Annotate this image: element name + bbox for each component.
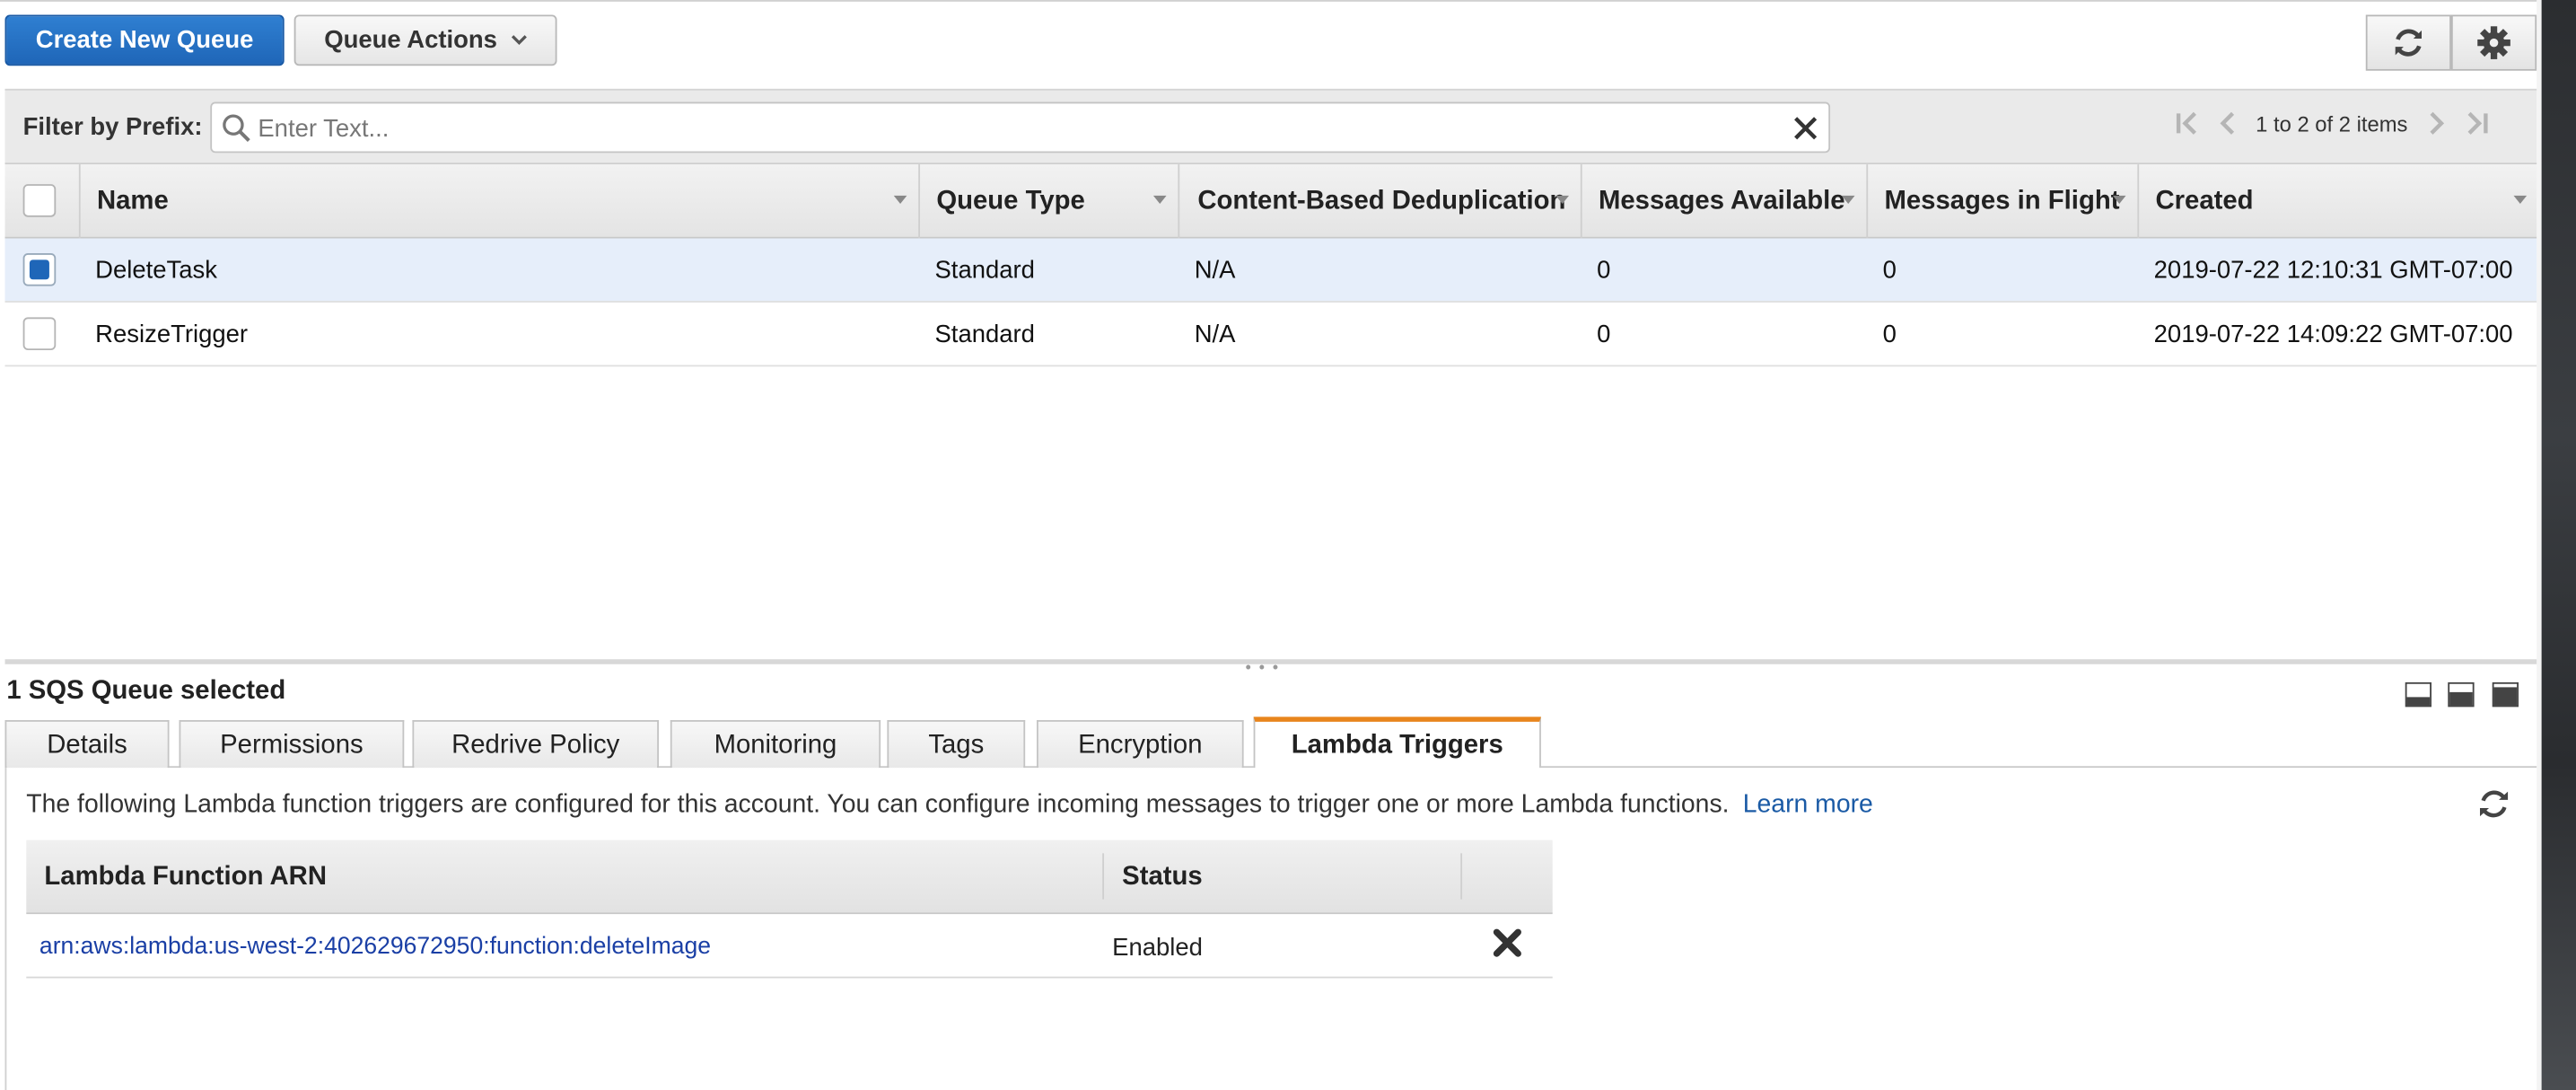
queue-actions-button[interactable]: Queue Actions [294,14,557,66]
pager-text: 1 to 2 of 2 items [2256,110,2408,136]
lambda-arn-link[interactable]: arn:aws:lambda:us-west-2:402629672950:fu… [39,934,711,960]
column-label: Created [2155,186,2254,215]
tab-label: Lambda Triggers [1291,730,1503,760]
tab-monitoring[interactable]: Monitoring [670,720,881,769]
tab-label: Monitoring [714,730,837,760]
column-header-messages-in-flight[interactable]: Messages in Flight [1866,164,2135,239]
lambda-table-header: Lambda Function ARN Status [26,839,1553,915]
table-row: arn:aws:lambda:us-west-2:402629672950:fu… [26,914,1553,979]
last-page-icon[interactable] [2460,110,2490,136]
lambda-info-text: The following Lambda function triggers a… [26,791,1873,821]
gear-icon [2477,26,2510,59]
detail-tabs: Details Permissions Redrive Policy Monit… [4,716,2537,769]
queue-table-header: Name Queue Type Content-Based Deduplicat… [4,164,2537,239]
column-header-name[interactable]: Name [78,164,917,239]
filter-field[interactable] [210,101,1831,154]
queue-type: Standard [934,256,1035,285]
row-checkbox[interactable] [22,252,57,286]
select-all-checkbox[interactable] [22,184,57,217]
next-page-icon[interactable] [2424,110,2448,136]
info-text: The following Lambda function triggers a… [26,790,1730,819]
tab-tags[interactable]: Tags [887,720,1026,769]
column-label: Lambda Function ARN [44,862,327,891]
messages-in-flight: 0 [1882,256,1897,285]
tab-details[interactable]: Details [4,720,170,769]
filter-input[interactable] [258,110,1770,146]
splitter-grip-icon[interactable]: • • • [1245,659,1280,677]
selection-title: 1 SQS Queue selected [6,677,286,706]
sort-caret-icon [2112,195,2126,205]
column-label: Messages in Flight [1884,186,2120,215]
column-header-created[interactable]: Created [2137,164,2537,239]
desktop-background-edge [2541,0,2576,1090]
queue-name: DeleteTask [95,256,217,285]
refresh-triggers-icon[interactable] [2475,787,2511,821]
queue-name: ResizeTrigger [95,321,249,349]
search-icon [223,114,250,142]
top-toolbar: Create New Queue Queue Actions [0,0,2537,89]
dedup-value: N/A [1194,256,1236,285]
tab-label: Encryption [1078,730,1203,760]
column-label: Messages Available [1598,186,1845,215]
sort-caret-icon [2513,195,2528,205]
column-label: Status [1122,862,1203,891]
queue-type: Standard [934,321,1035,349]
column-header-arn: Lambda Function ARN [44,840,327,914]
layout-maximize-icon[interactable] [2492,681,2519,708]
tab-label: Permissions [220,730,364,760]
created-date: 2019-07-22 12:10:31 GMT-07:00 [2153,256,2513,285]
learn-more-link[interactable]: Learn more [1743,791,1873,819]
column-header-dedup[interactable]: Content-Based Deduplication [1178,164,1579,239]
settings-button[interactable] [2450,14,2537,71]
sqs-console: Create New Queue Queue Actions Filter by… [0,0,2576,1090]
messages-in-flight: 0 [1882,321,1897,349]
column-label: Name [96,186,169,215]
dedup-value: N/A [1194,321,1236,349]
tab-encryption[interactable]: Encryption [1036,720,1244,769]
column-header-queue-type[interactable]: Queue Type [918,164,1176,239]
column-divider [1460,853,1463,900]
sort-caret-icon [1841,195,1855,205]
table-row[interactable]: ResizeTrigger Standard N/A 0 0 2019-07-2… [4,303,2537,367]
created-date: 2019-07-22 14:09:22 GMT-07:00 [2153,321,2513,349]
table-row[interactable]: DeleteTask Standard N/A 0 0 2019-07-22 1… [4,238,2537,303]
previous-page-icon[interactable] [2216,110,2239,136]
first-page-icon[interactable] [2174,110,2204,136]
tab-lambda-triggers[interactable]: Lambda Triggers [1253,716,1541,769]
row-checkbox[interactable] [22,317,57,351]
filter-bar: Filter by Prefix: 1 to 2 of 2 items [4,88,2537,165]
tab-label: Redrive Policy [451,730,620,760]
refresh-icon [2395,29,2423,57]
delete-trigger-icon[interactable] [1492,927,1523,959]
tab-label: Details [47,730,127,760]
tab-label: Tags [928,730,985,760]
layout-bottom-small-icon[interactable] [2405,681,2431,708]
column-divider [1102,853,1105,900]
trigger-status: Enabled [1112,934,1203,963]
queue-actions-label: Queue Actions [324,26,497,55]
clear-filter-icon[interactable] [1792,115,1818,141]
sort-caret-icon [893,195,907,205]
column-label: Queue Type [936,186,1085,215]
create-new-queue-label: Create New Queue [35,26,254,55]
tab-redrive-policy[interactable]: Redrive Policy [412,720,659,769]
column-header-messages-available[interactable]: Messages Available [1580,164,1865,239]
chevron-down-icon [511,35,527,45]
pagination: 1 to 2 of 2 items [2174,110,2490,136]
refresh-button[interactable] [2365,14,2451,71]
tab-permissions[interactable]: Permissions [179,720,405,769]
filter-label: Filter by Prefix: [22,113,203,142]
column-label: Content-Based Deduplication [1197,186,1566,215]
column-header-status: Status [1122,840,1203,914]
layout-split-icon[interactable] [2448,681,2475,708]
messages-available: 0 [1597,256,1611,285]
create-new-queue-button[interactable]: Create New Queue [4,14,285,66]
sort-caret-icon [1152,195,1167,205]
messages-available: 0 [1597,321,1611,349]
sort-caret-icon [1555,195,1570,205]
